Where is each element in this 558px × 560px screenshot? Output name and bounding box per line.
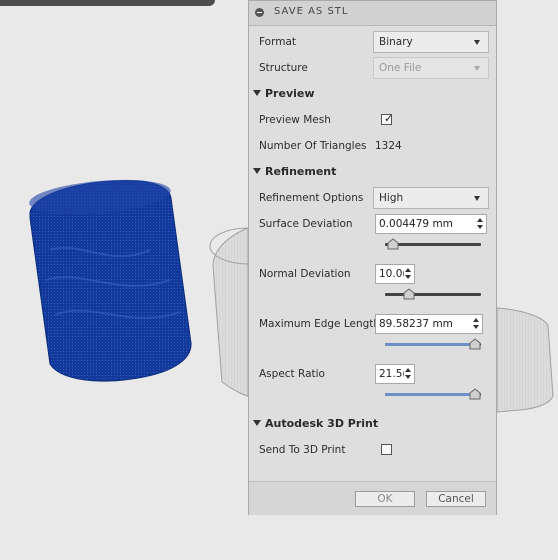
format-value: Binary xyxy=(379,36,413,48)
dropdown-arrow-icon xyxy=(474,40,480,45)
surface-deviation-value: 0.004479 mm xyxy=(379,218,453,230)
slider-thumb[interactable] xyxy=(469,338,481,350)
aspect-ratio-slider[interactable] xyxy=(385,388,481,400)
normal-deviation-slider[interactable] xyxy=(385,288,481,300)
surface-deviation-input[interactable]: 0.004479 mm xyxy=(375,214,487,234)
spinner-icon[interactable] xyxy=(472,318,480,330)
spinner-icon[interactable] xyxy=(404,368,412,380)
refinement-options-select[interactable]: High xyxy=(373,187,489,209)
autodesk-3d-print-header-text: Autodesk 3D Print xyxy=(265,417,379,430)
aspect-ratio-input[interactable]: 21.5( xyxy=(375,364,415,384)
preview-mesh xyxy=(29,179,192,382)
structure-select[interactable]: One File xyxy=(373,57,489,79)
collapse-triangle-icon xyxy=(253,168,261,174)
cancel-button[interactable]: Cancel xyxy=(426,491,486,507)
slider-thumb[interactable] xyxy=(403,288,415,300)
triangles-value: 1324 xyxy=(375,140,402,152)
checkmark-icon: ✓ xyxy=(384,112,394,125)
dialog-footer: OK Cancel xyxy=(249,481,496,515)
format-select[interactable]: Binary xyxy=(373,31,489,53)
preview-section-header[interactable]: Preview xyxy=(253,87,315,100)
max-edge-length-label: Maximum Edge Length xyxy=(259,318,381,330)
max-edge-length-value: 89.58237 mm xyxy=(379,318,453,330)
refinement-section-header[interactable]: Refinement xyxy=(253,165,336,178)
spinner-icon[interactable] xyxy=(476,218,484,230)
preview-mesh-checkbox[interactable]: ✓ xyxy=(381,112,394,125)
ok-button[interactable]: OK xyxy=(355,491,415,507)
slider-thumb[interactable] xyxy=(387,238,399,250)
send-to-3d-print-checkbox[interactable] xyxy=(381,444,392,455)
slider-thumb[interactable] xyxy=(469,388,481,400)
normal-deviation-value: 10.0( xyxy=(379,268,407,280)
send-to-3d-print-label: Send To 3D Print xyxy=(259,444,346,456)
surface-deviation-slider[interactable] xyxy=(385,238,481,250)
collapse-triangle-icon xyxy=(253,90,261,96)
refinement-options-label: Refinement Options xyxy=(259,192,364,204)
dropdown-arrow-icon xyxy=(474,66,480,71)
dropdown-arrow-icon xyxy=(474,196,480,201)
collapse-icon[interactable] xyxy=(255,8,264,17)
aspect-ratio-label: Aspect Ratio xyxy=(259,368,325,380)
slider-track xyxy=(385,243,481,246)
preview-mesh-label: Preview Mesh xyxy=(259,114,331,126)
slider-fill xyxy=(385,393,475,396)
slider-fill xyxy=(385,343,475,346)
max-edge-length-slider[interactable] xyxy=(385,338,481,350)
collapse-triangle-icon xyxy=(253,420,261,426)
normal-deviation-label: Normal Deviation xyxy=(259,268,351,280)
refinement-options-value: High xyxy=(379,192,404,204)
structure-value: One File xyxy=(379,62,422,74)
autodesk-3d-print-section-header[interactable]: Autodesk 3D Print xyxy=(253,417,378,430)
aspect-ratio-value: 21.5( xyxy=(379,368,407,380)
triangles-label: Number Of Triangles xyxy=(259,140,367,152)
structure-label: Structure xyxy=(259,62,308,74)
max-edge-length-input[interactable]: 89.58237 mm xyxy=(375,314,483,334)
normal-deviation-input[interactable]: 10.0( xyxy=(375,264,415,284)
save-as-stl-dialog: SAVE AS STL Format Binary Structure One … xyxy=(248,0,497,515)
dialog-title: SAVE AS STL xyxy=(274,6,349,17)
dialog-titlebar[interactable]: SAVE AS STL xyxy=(249,1,496,26)
surface-deviation-label: Surface Deviation xyxy=(259,218,353,230)
preview-header-text: Preview xyxy=(265,87,315,100)
refinement-header-text: Refinement xyxy=(265,165,337,178)
spinner-icon[interactable] xyxy=(404,268,412,280)
format-label: Format xyxy=(259,36,297,48)
